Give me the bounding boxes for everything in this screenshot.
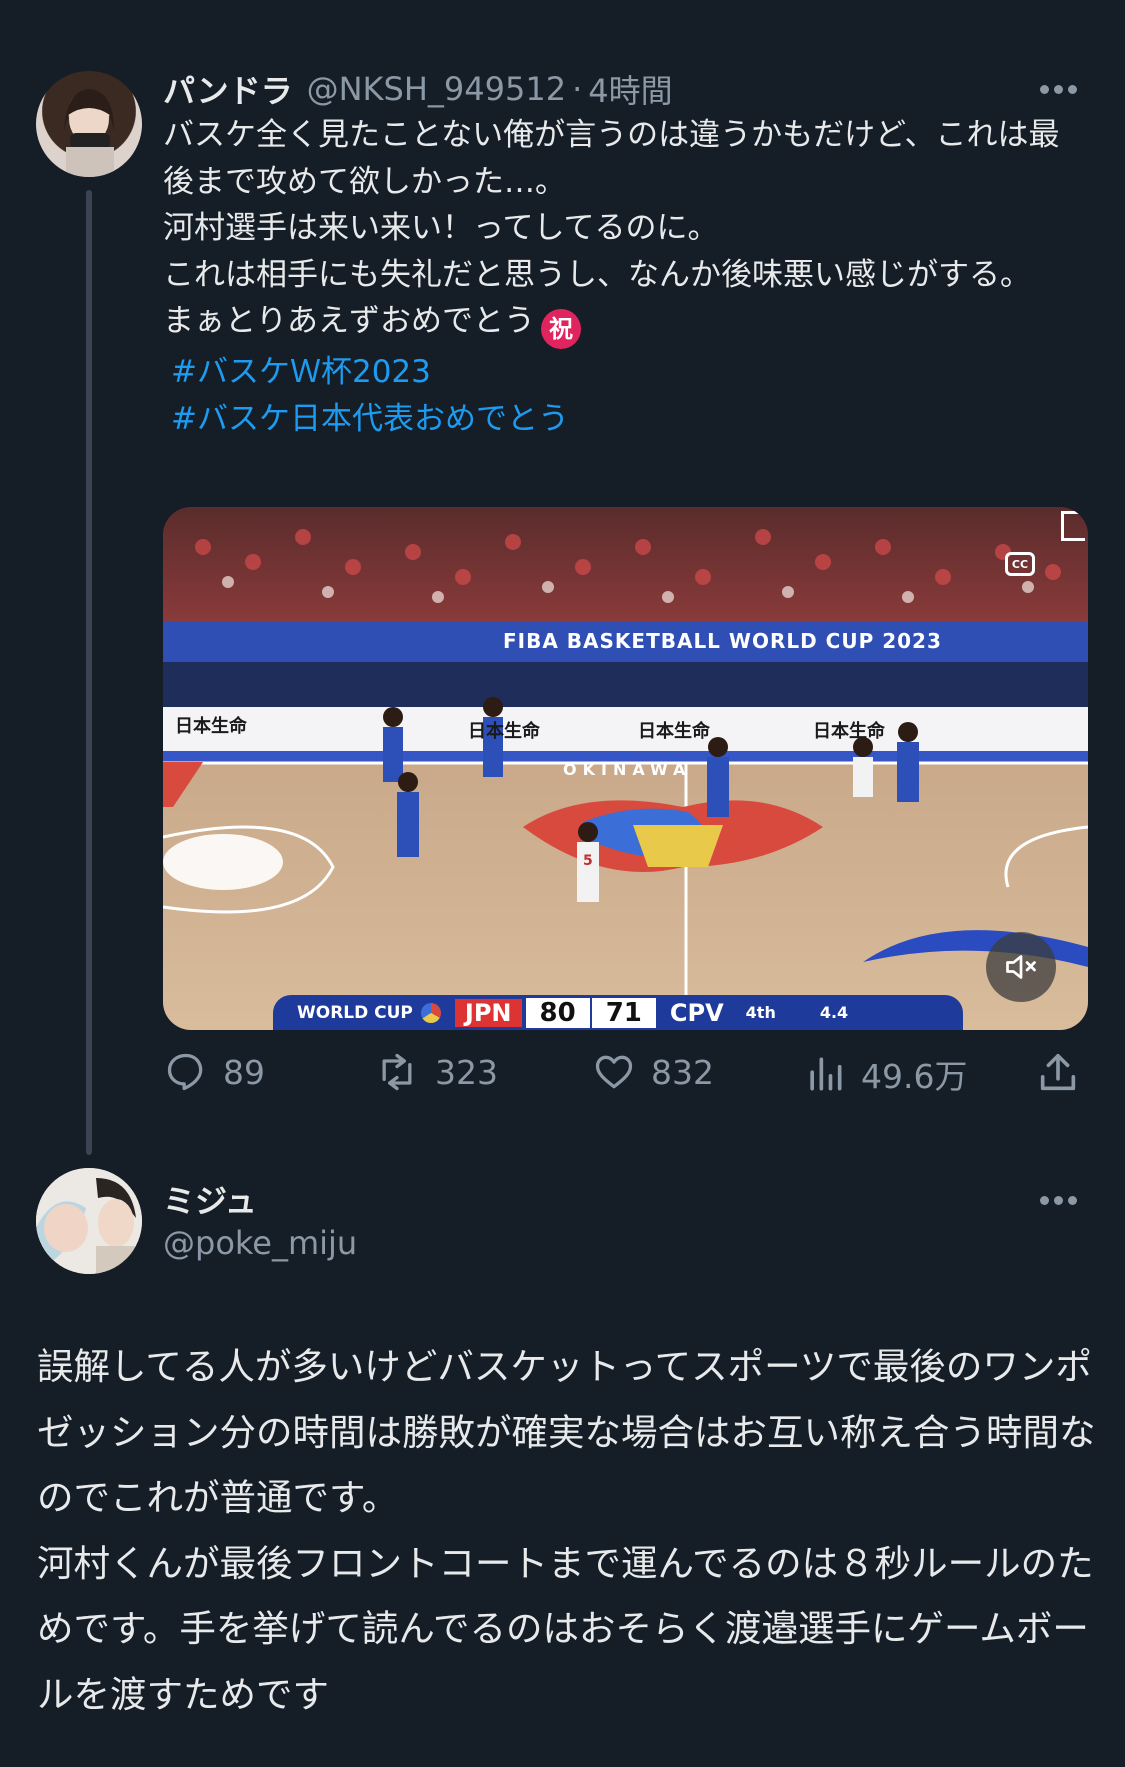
scoreboard-team2: CPV xyxy=(669,998,724,1027)
fullscreen-icon[interactable] xyxy=(1061,511,1085,541)
mute-icon xyxy=(1006,955,1036,979)
views-count: 49.6万 xyxy=(861,1057,968,1096)
retweet-icon xyxy=(382,1053,412,1091)
display-name[interactable]: ミジュ xyxy=(163,1176,257,1222)
scoreboard-score1: 80 xyxy=(525,997,590,1028)
closed-captions-icon[interactable]: CC xyxy=(1005,552,1035,576)
scoreboard-event: WORLD CUP xyxy=(297,1002,413,1023)
scoreboard-clock: 4.4 xyxy=(819,1003,849,1022)
arena-banner-text: FIBA BASKETBALL WORLD CUP 2023 xyxy=(503,629,942,653)
reply-icon xyxy=(167,1053,203,1091)
jersey-number: 5 xyxy=(583,853,593,869)
sponsor-board-text: 日本生命 xyxy=(813,721,885,742)
scoreboard: WORLD CUP JPN 80 71 CPV 4th 4.4 xyxy=(273,995,963,1030)
like-count: 832 xyxy=(651,1052,714,1092)
avatar-pandora[interactable] xyxy=(36,71,142,177)
retweet-button[interactable]: 323 xyxy=(373,1050,498,1094)
iwai-emoji-icon: 祝 xyxy=(541,309,581,350)
retweet-count: 323 xyxy=(435,1052,498,1092)
views-button[interactable]: 49.6万 xyxy=(803,1050,967,1098)
avatar-miju[interactable] xyxy=(36,1168,142,1274)
video-player[interactable]: FIBA BASKETBALL WORLD CUP 2023 日本生命 日本生命… xyxy=(163,507,1088,1030)
share-icon xyxy=(1040,1053,1076,1091)
sponsor-board-text: 日本生命 xyxy=(175,716,247,737)
more-options-icon[interactable] xyxy=(1040,1196,1077,1205)
tweet-text: 誤解してる人が多いけどバスケットってスポーツで最後のワンポゼッション分の時間は勝… xyxy=(37,1345,1096,1716)
scoreboard-period: 4th xyxy=(745,1003,776,1022)
thread-connector-line xyxy=(86,190,92,1155)
timestamp[interactable]: 4時間 xyxy=(588,66,672,112)
hashtag-link[interactable]: #バスケＷ杯2023 xyxy=(163,349,1083,396)
sponsor-board-text: 日本生命 xyxy=(638,721,710,742)
tweet-text: バスケ全く見たことない俺が言うのは違うかもだけど、これは最後まで攻めて欲しかった… xyxy=(163,117,1060,339)
tweet-action-bar: 89 323 832 49.6万 xyxy=(163,1050,1083,1106)
scoreboard-team1: JPN xyxy=(454,998,522,1027)
avatar-pandora-image xyxy=(64,89,114,177)
court-text: OKINAWA xyxy=(563,760,692,779)
scoreboard-score2: 71 xyxy=(591,997,656,1028)
separator-dot: · xyxy=(572,70,583,108)
tweet-body: バスケ全く見たことない俺が言うのは違うかもだけど、これは最後まで攻めて欲しかった… xyxy=(163,112,1083,442)
display-name[interactable]: パンドラ xyxy=(163,66,293,112)
heart-icon xyxy=(595,1055,633,1089)
reply-button[interactable]: 89 xyxy=(163,1050,265,1094)
user-handle[interactable]: @NKSH_949512 xyxy=(307,70,566,108)
share-button[interactable] xyxy=(1035,1050,1081,1096)
avatar-miju-image xyxy=(36,1168,142,1274)
sponsor-board-text: 日本生命 xyxy=(468,721,540,742)
user-handle[interactable]: @poke_miju xyxy=(163,1224,357,1262)
more-options-icon[interactable] xyxy=(1040,85,1077,94)
views-icon xyxy=(810,1057,842,1091)
fiba-logo-icon xyxy=(420,1002,441,1023)
reply-count: 89 xyxy=(223,1052,265,1092)
like-button[interactable]: 832 xyxy=(591,1050,714,1094)
mute-button[interactable] xyxy=(986,932,1056,1002)
hashtag-link[interactable]: #バスケ日本代表おめでとう xyxy=(163,396,1083,443)
